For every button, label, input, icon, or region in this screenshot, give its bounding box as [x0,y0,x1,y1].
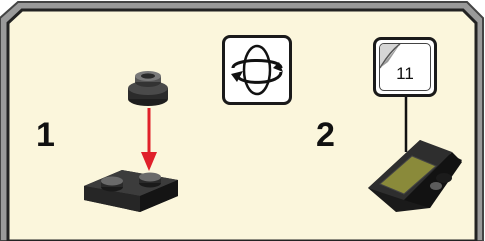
stickered-slope-brick [368,140,462,212]
step2-illustration [368,97,462,212]
